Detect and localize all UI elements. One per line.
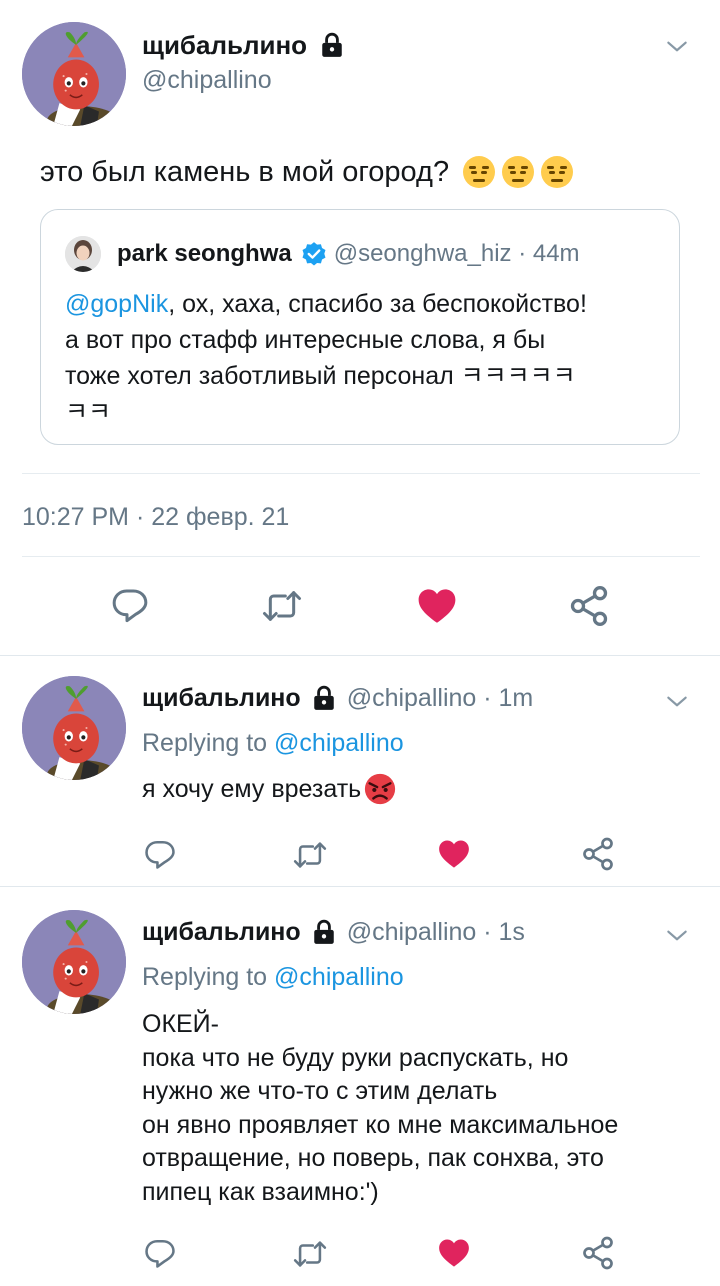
quoted-line-3: тоже хотел заботливый персонал ㅋㅋㅋㅋㅋ (65, 362, 576, 390)
share-button[interactable] (580, 1235, 616, 1271)
reply-text: ОКЕЙ- пока что не буду руки распускать, … (142, 1008, 618, 1210)
reply-line: пока что не буду руки распускать, но (142, 1043, 569, 1072)
replying-to-label: Replying to (142, 963, 275, 991)
divider (22, 556, 700, 557)
like-button[interactable] (414, 585, 460, 627)
quoted-line-4: ㅋㅋ (65, 398, 112, 426)
lock-icon (311, 685, 337, 711)
display-name[interactable]: щибальлино (142, 918, 301, 947)
avatar[interactable] (22, 676, 126, 780)
user-handle[interactable]: @chipallino (142, 66, 272, 95)
reply-button[interactable] (142, 838, 178, 872)
quoted-line-2: а вот про стафф интересные слова, я бы (65, 326, 546, 354)
replying-to-link[interactable]: @chipallino (274, 729, 404, 757)
like-button[interactable] (436, 837, 472, 871)
share-button[interactable] (566, 584, 612, 628)
avatar-image (22, 910, 126, 1014)
reply-line: он явно проявляет ко мне максимальное (142, 1110, 619, 1139)
reply-line: отвращение, но поверь, пак сонхва, это (142, 1144, 604, 1173)
like-button[interactable] (436, 1236, 472, 1270)
chevron-down-icon[interactable] (662, 34, 692, 60)
expressionless-face-icon (461, 154, 497, 190)
expressionless-face-icon (539, 154, 575, 190)
avatar-image (22, 676, 126, 780)
quoted-avatar-image (65, 236, 101, 272)
reply-line: пипец как взаимно:') (142, 1177, 379, 1206)
tweet-text-content: это был камень в мой огород? (40, 155, 450, 188)
retweet-button[interactable] (290, 1237, 330, 1271)
quoted-avatar[interactable] (65, 236, 101, 272)
avatar-image (22, 22, 126, 126)
mention-link[interactable]: @gopNik (65, 290, 168, 318)
share-button[interactable] (580, 836, 616, 872)
tweet-text: это был камень в мой огород? (40, 152, 575, 192)
display-name[interactable]: щибальлино (142, 30, 307, 61)
replying-to-link[interactable]: @chipallino (274, 963, 404, 991)
reply-button[interactable] (142, 1237, 178, 1271)
chevron-down-icon[interactable] (662, 923, 692, 949)
tweet-divider (0, 655, 720, 656)
chevron-down-icon[interactable] (662, 689, 692, 715)
retweet-button[interactable] (290, 838, 330, 872)
reply-line: нужно же что-то с этим делать (142, 1077, 498, 1106)
quoted-meta: @seonghwa_hiz · 44m (333, 240, 580, 267)
reply-text: я хочу ему врезать (142, 774, 362, 803)
reply-button[interactable] (108, 586, 152, 626)
tweet-divider (0, 886, 720, 887)
expressionless-face-icon (500, 154, 536, 190)
timestamp[interactable]: 10:27 PM · 22 февр. 21 (22, 503, 289, 532)
verified-icon (301, 241, 327, 267)
quoted-tweet-card[interactable]: park seonghwa @seonghwa_hiz · 44m @gopNi… (40, 209, 680, 445)
lock-icon (311, 919, 337, 945)
replying-to-label: Replying to (142, 729, 275, 757)
avatar[interactable] (22, 22, 126, 126)
angry-face-icon (363, 772, 397, 806)
quoted-line-1: , ох, хаха, спасибо за беспокойство! (168, 290, 587, 318)
lock-icon (319, 32, 345, 58)
retweet-button[interactable] (258, 586, 306, 626)
reply-meta: @chipallino · 1m (346, 683, 534, 712)
quoted-display-name[interactable]: park seonghwa (117, 240, 292, 268)
quoted-text: @gopNik, ох, хаха, спасибо за беспокойст… (65, 286, 587, 430)
reply-line: ОКЕЙ- (142, 1010, 219, 1038)
reply-meta: @chipallino · 1s (346, 917, 525, 946)
divider (22, 473, 700, 474)
avatar[interactable] (22, 910, 126, 1014)
display-name[interactable]: щибальлино (142, 684, 301, 713)
